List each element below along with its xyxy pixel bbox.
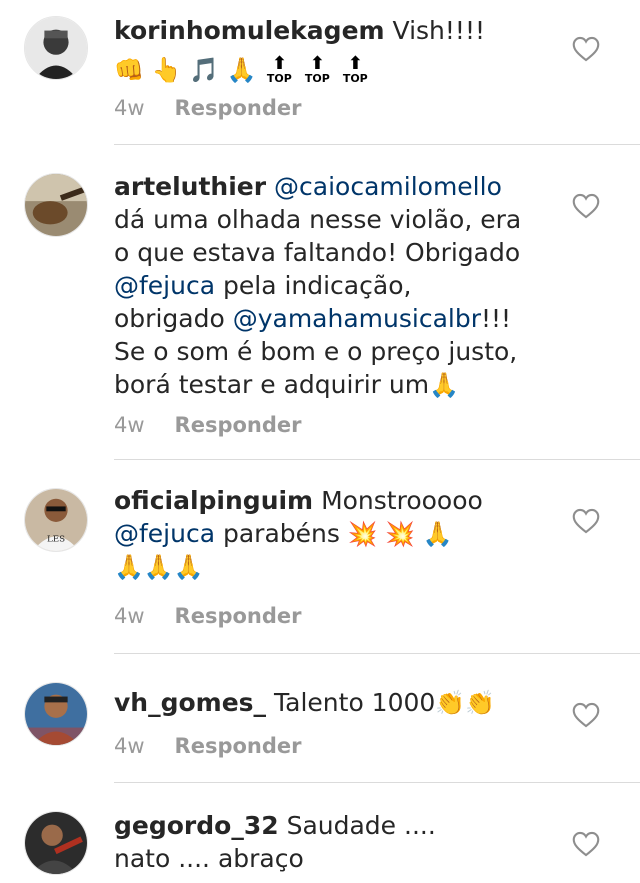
reply-button[interactable]: Responder	[175, 734, 302, 758]
comment-text: parabéns	[215, 519, 340, 548]
avatar-text: LES	[47, 534, 65, 544]
heart-icon[interactable]	[572, 702, 600, 728]
mention-link[interactable]: @yamahamusicalbr	[233, 304, 481, 333]
heart-icon[interactable]	[572, 36, 600, 62]
emoji-line: 👊 👆 🎵 🙏	[114, 56, 257, 84]
comment-text: Saudade ....	[286, 811, 436, 840]
comment-arteluthier: arteluthier @caiocamilomello dá uma olha…	[0, 145, 640, 459]
heart-icon[interactable]	[572, 831, 600, 857]
mention-link[interactable]: @fejuca	[114, 271, 215, 300]
comment-text: Monstrooooo	[321, 486, 483, 515]
comment-body: korinhomulekagem Vish!!!! 👊 👆 🎵 🙏 ⬆ TOP ⬆…	[114, 14, 554, 87]
comment-korinhomulekagem: korinhomulekagem Vish!!!! 👊 👆 🎵 🙏 ⬆ TOP ⬆…	[0, 0, 640, 144]
username[interactable]: oficialpinguim	[114, 486, 313, 515]
comment-text: Talento 1000	[274, 688, 436, 717]
comment-text: borá testar e adquirir um	[114, 370, 430, 399]
comment-text: Se o som é bom e o preço justo,	[114, 337, 518, 366]
comment-text: Vish!!!!	[392, 16, 485, 45]
avatar-image: LES	[25, 489, 87, 551]
comment-text: dá uma olhada nesse violão, era	[114, 205, 522, 234]
comment-gegordo-32: gegordo_32 Saudade .... nato .... abraço	[0, 783, 640, 883]
avatar-image	[25, 174, 87, 236]
emoji: 👏👏	[435, 689, 496, 717]
comment-meta: 4w Responder	[114, 413, 302, 437]
comment-oficialpinguim: LES oficialpinguim Monstrooooo @fejuca p…	[0, 460, 640, 653]
top-icon: ⬆ TOP	[266, 53, 292, 85]
mention-link[interactable]: @caiocamilomello	[274, 172, 502, 201]
heart-icon[interactable]	[572, 193, 600, 219]
emoji-line: 🙏🙏🙏	[114, 553, 204, 581]
comment-text: nato .... abraço	[114, 844, 304, 873]
avatar[interactable]	[24, 16, 88, 80]
username[interactable]: vh_gomes_	[114, 688, 266, 717]
timestamp: 4w	[114, 734, 145, 758]
comment-body: vh_gomes_ Talento 1000👏👏	[114, 686, 554, 720]
avatar[interactable]	[24, 173, 88, 237]
top-icon: ⬆ TOP	[342, 53, 368, 85]
comment-meta: 4w Responder	[114, 96, 302, 120]
comment-body: oficialpinguim Monstrooooo @fejuca parab…	[114, 484, 554, 584]
comment-text: pela indicação,	[215, 271, 412, 300]
comment-text: obrigado	[114, 304, 233, 333]
avatar-image	[25, 17, 87, 79]
comment-body: arteluthier @caiocamilomello dá uma olha…	[114, 170, 554, 402]
comment-vh-gomes: vh_gomes_ Talento 1000👏👏 4w Responder	[0, 654, 640, 782]
reply-button[interactable]: Responder	[175, 413, 302, 437]
timestamp: 4w	[114, 96, 145, 120]
username[interactable]: gegordo_32	[114, 811, 279, 840]
comment-text: o que estava faltando! Obrigado	[114, 238, 521, 267]
avatar[interactable]: LES	[24, 488, 88, 552]
top-icon: ⬆ TOP	[304, 53, 330, 85]
emoji: 🙏	[429, 371, 459, 399]
username[interactable]: korinhomulekagem	[114, 16, 385, 45]
avatar-image	[25, 812, 87, 874]
avatar[interactable]	[24, 682, 88, 746]
mention-link[interactable]: @fejuca	[114, 519, 215, 548]
timestamp: 4w	[114, 604, 145, 628]
username[interactable]: arteluthier	[114, 172, 266, 201]
comment-text: !!!	[480, 304, 512, 333]
avatar[interactable]	[24, 811, 88, 875]
reply-button[interactable]: Responder	[175, 604, 302, 628]
emoji-line: 💥 💥 🙏	[339, 520, 453, 548]
reply-button[interactable]: Responder	[175, 96, 302, 120]
avatar-image	[25, 683, 87, 745]
comment-meta: 4w Responder	[114, 734, 302, 758]
comment-meta: 4w Responder	[114, 604, 302, 628]
timestamp: 4w	[114, 413, 145, 437]
heart-icon[interactable]	[572, 508, 600, 534]
comment-body: gegordo_32 Saudade .... nato .... abraço	[114, 809, 554, 875]
